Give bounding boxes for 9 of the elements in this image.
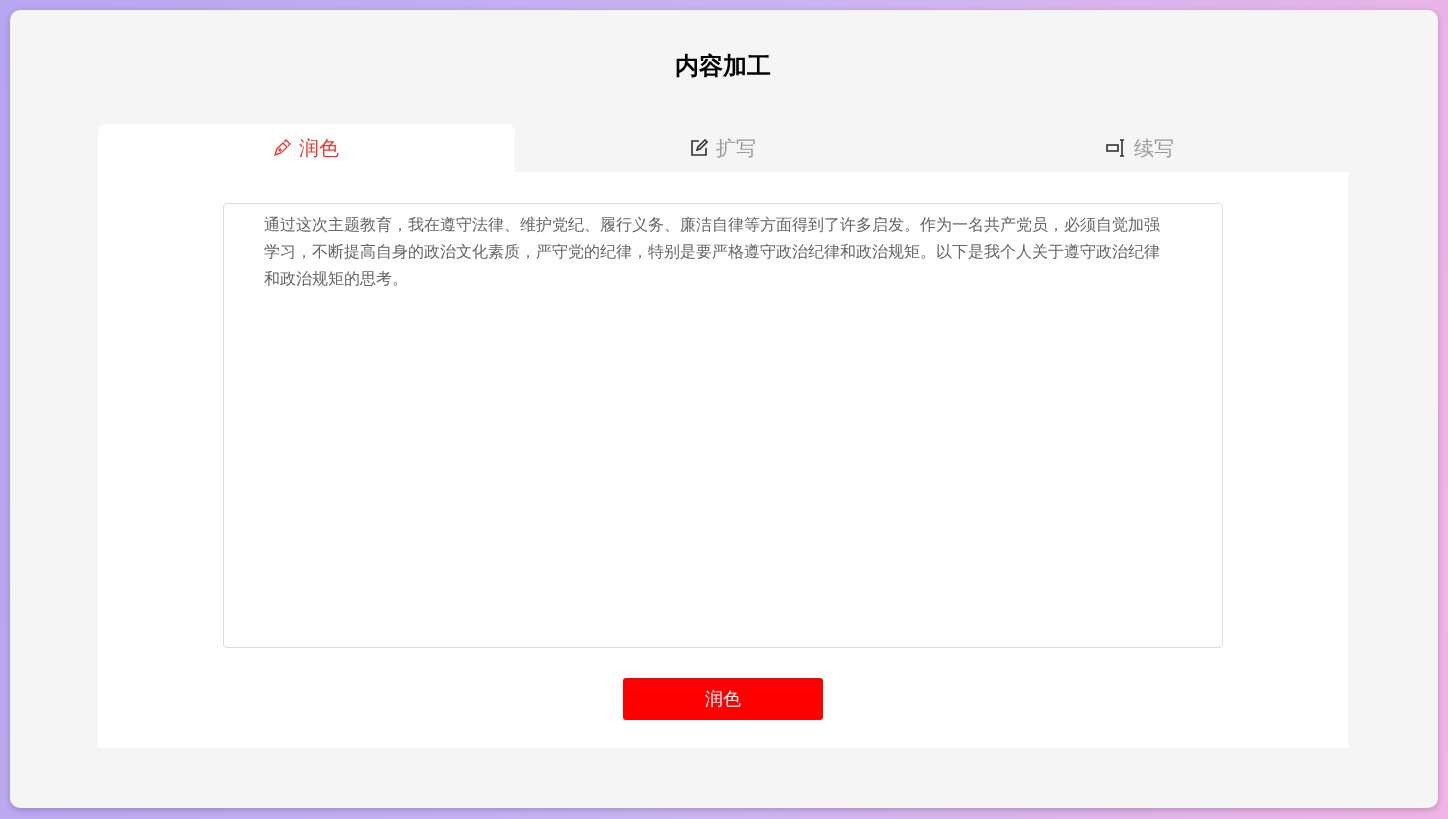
- pen-icon: [273, 139, 292, 157]
- polish-button[interactable]: 润色: [623, 678, 823, 720]
- tab[interactable]: 续写: [931, 124, 1348, 172]
- edit-icon: [690, 139, 708, 157]
- tab[interactable]: 扩写: [514, 124, 932, 172]
- text-cursor-icon: [1105, 139, 1126, 157]
- tab[interactable]: 润色: [98, 124, 515, 172]
- page-title: 内容加工: [674, 52, 772, 81]
- text-input-field[interactable]: 通过这次主题教育，我在遵守法律、维护党纪、履行义务、廉洁自律等方面得到了许多启发。作为一名共产党员，必须自觉加强学习，不断提高自身的政治文化素质，严守党的纪律，特别是要严格遵守政治纪律和政治规矩。以下是我个人关于遵守政治纪律和政治规矩的思考。: [223, 203, 1223, 648]
